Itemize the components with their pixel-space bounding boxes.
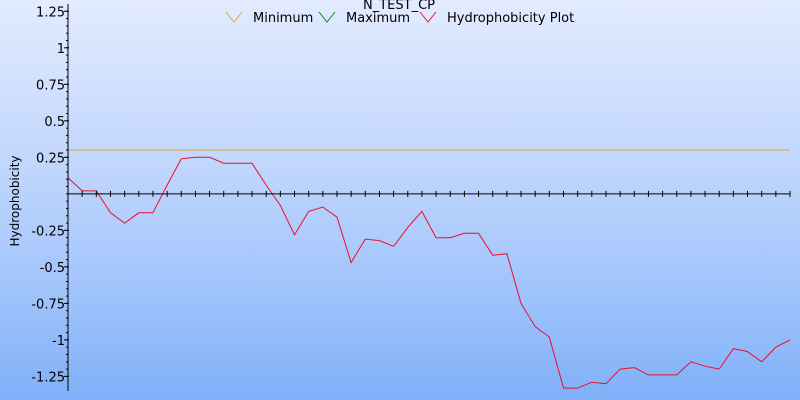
y-tick-label: -1.25 [31, 370, 65, 385]
axes-layer: 1.25 1 0.75 0.5 0.25 -0.25 -0.5 -0.75 -1 -1.25 [31, 4, 791, 391]
y-tick-label: -0.25 [31, 224, 65, 239]
legend-item: Minimum [225, 11, 313, 26]
legend-item: Maximum [318, 11, 410, 26]
chart-canvas: 1.25 1 0.75 0.5 0.25 -0.25 -0.5 -0.75 -1 -1.25 Mi… [8, 0, 791, 391]
legend-marker-icon [318, 11, 336, 23]
series-line-hydrophobicity-plot [67, 156, 791, 389]
y-tick-label: 0.75 [36, 78, 65, 93]
legend-label: Hydrophobicity Plot [447, 11, 574, 26]
legend-label: Maximum [346, 11, 410, 26]
lines-layer [67, 149, 791, 389]
y-tick-label: -1 [52, 334, 65, 349]
legend: Minimum Maximum Hydrophobicity Plot [225, 11, 574, 26]
y-tick-label: 1.25 [36, 5, 65, 20]
legend-label: Minimum [253, 11, 313, 26]
y-tick-label: -0.75 [31, 297, 65, 312]
legend-item: Hydrophobicity Plot [419, 11, 574, 26]
y-tick-label: -0.5 [40, 261, 65, 276]
y-tick-label: 0.25 [36, 151, 65, 166]
y-tick-label: 1 [57, 42, 65, 57]
y-tick-label: 0.5 [44, 115, 65, 130]
y-axis-title: Hydrophobicity [8, 155, 22, 246]
legend-marker-icon [419, 11, 437, 23]
hydrophobicity-chart: 1.25 1 0.75 0.5 0.25 -0.25 -0.5 -0.75 -1 -1.25 Mi… [0, 0, 800, 400]
chart-title: N_TEST_CP [363, 0, 435, 13]
legend-marker-icon [225, 11, 243, 23]
